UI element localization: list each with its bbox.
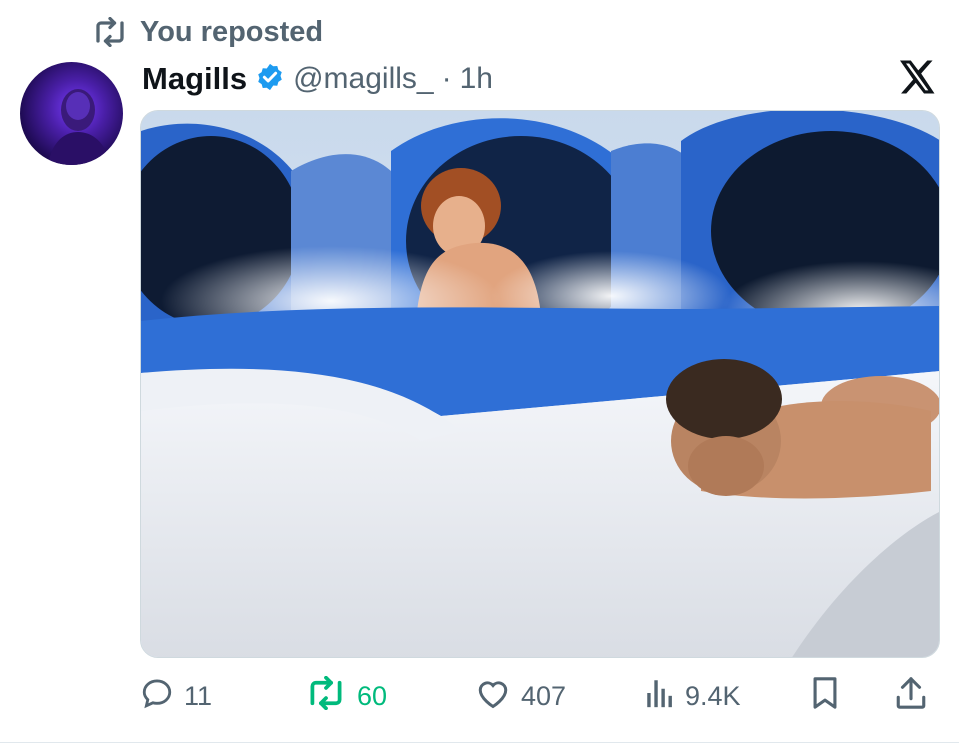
waterslide-photo xyxy=(141,111,939,657)
bookmark-icon xyxy=(810,676,840,717)
reply-count: 11 xyxy=(184,680,213,711)
repost-banner[interactable]: You reposted xyxy=(92,12,323,52)
timestamp[interactable]: 1h xyxy=(460,62,493,96)
repost-icon xyxy=(92,17,128,47)
x-logo-icon xyxy=(900,60,936,99)
reply-button[interactable]: 11 xyxy=(140,670,212,722)
verified-badge-icon xyxy=(255,62,285,97)
handle[interactable]: @magills_ xyxy=(293,62,434,96)
share-icon xyxy=(895,676,927,717)
like-count: 407 xyxy=(521,680,567,711)
views-button[interactable]: 9.4K xyxy=(645,670,741,722)
reply-icon xyxy=(140,676,174,717)
action-bar: 11 60 407 9.4K xyxy=(140,670,940,722)
heart-icon xyxy=(475,676,511,717)
post-header: Magills @magills_ · 1h xyxy=(142,58,493,100)
separator-dot: · xyxy=(441,62,452,95)
like-button[interactable]: 407 xyxy=(475,670,566,722)
share-button[interactable] xyxy=(895,670,927,722)
views-icon xyxy=(645,676,675,717)
repost-count: 60 xyxy=(357,680,388,711)
display-name[interactable]: Magills xyxy=(142,61,247,97)
repost-button[interactable]: 60 xyxy=(305,670,387,722)
post-media[interactable] xyxy=(140,110,940,658)
bookmark-button[interactable] xyxy=(810,670,840,722)
avatar[interactable] xyxy=(20,62,123,165)
views-count: 9.4K xyxy=(685,680,741,711)
repost-banner-label: You reposted xyxy=(140,15,324,48)
repost-icon xyxy=(305,675,347,717)
divider xyxy=(0,742,959,743)
avatar-image xyxy=(48,89,110,165)
